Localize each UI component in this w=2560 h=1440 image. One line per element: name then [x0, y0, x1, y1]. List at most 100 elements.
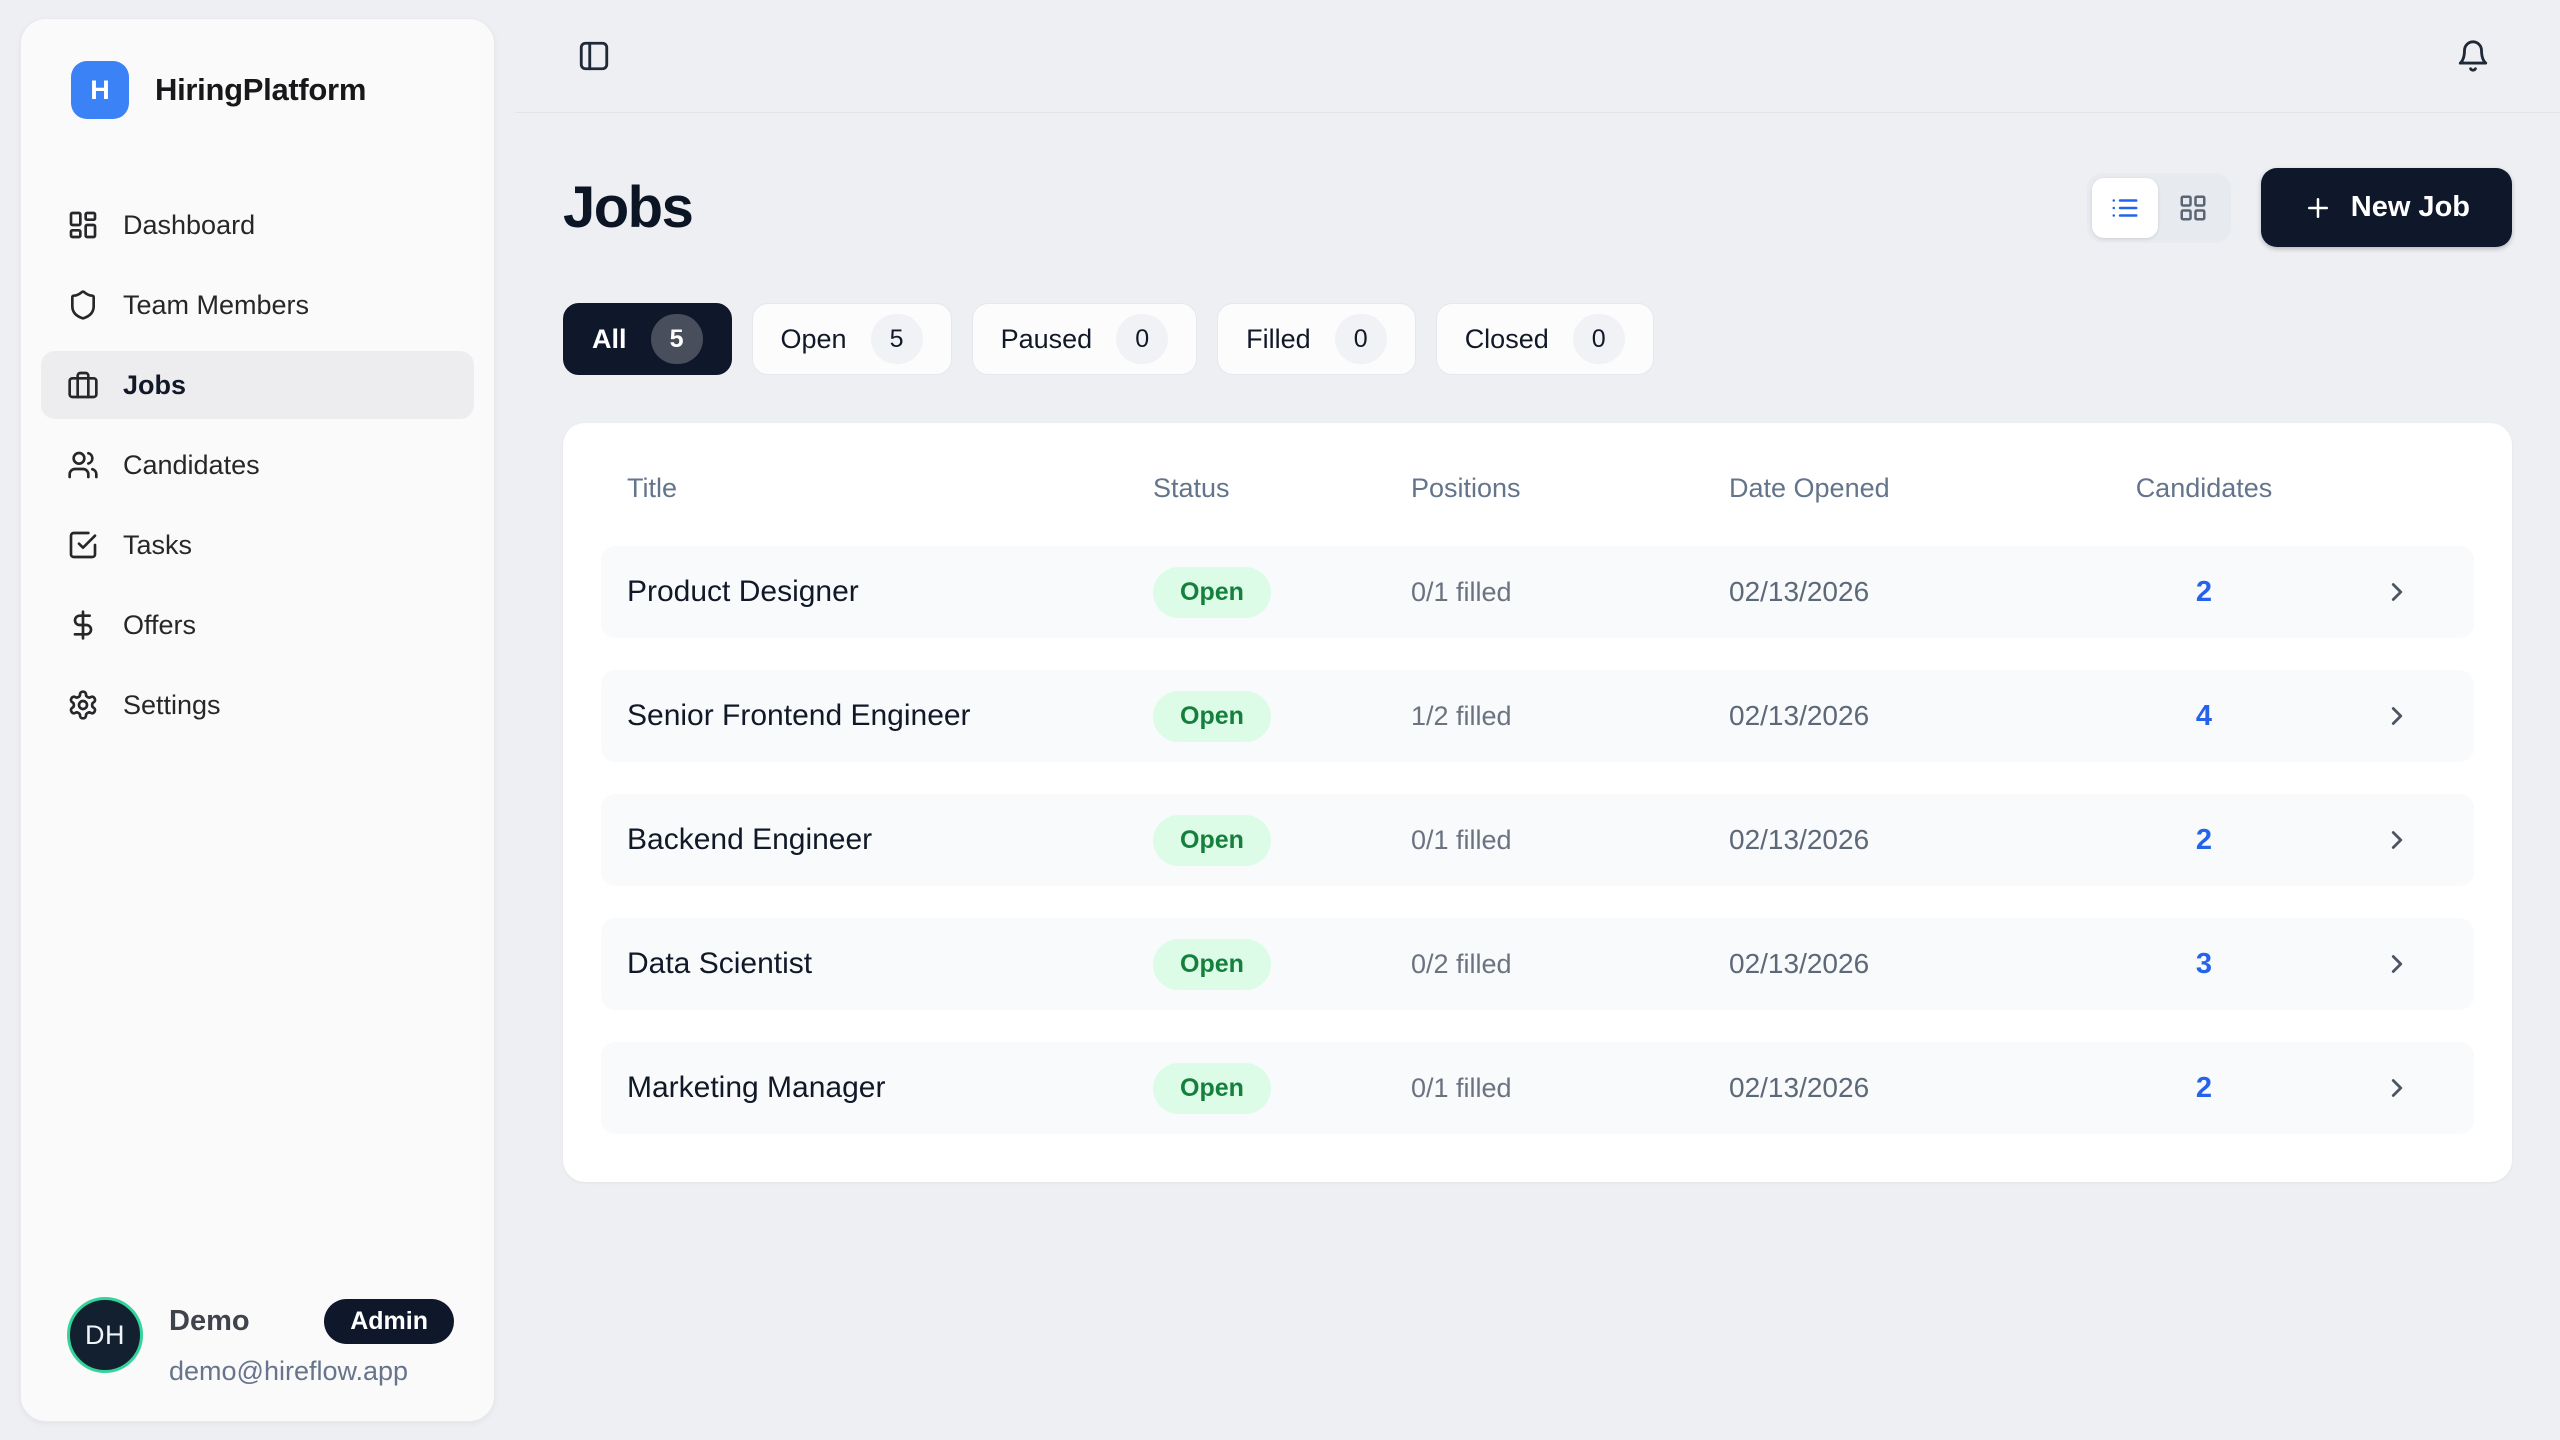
job-positions: 0/1 filled [1411, 1073, 1729, 1104]
job-title: Product Designer [627, 575, 1153, 609]
grid-view-icon [2178, 193, 2208, 223]
user-info: Demo Admin demo@hireflow.app [169, 1297, 454, 1387]
view-list-button[interactable] [2092, 178, 2158, 238]
filter-tab-count: 0 [1116, 314, 1168, 364]
filter-tab-all[interactable]: All 5 [563, 303, 732, 375]
app-logo: H [71, 61, 129, 119]
filter-tab-closed[interactable]: Closed 0 [1436, 303, 1654, 375]
status-badge: Open [1153, 691, 1271, 742]
notifications-button[interactable] [2456, 39, 2490, 73]
table-row[interactable]: Backend Engineer Open 0/1 filled 02/13/2… [601, 794, 2474, 886]
job-title: Backend Engineer [627, 823, 1153, 857]
filter-tab-label: Closed [1465, 324, 1549, 355]
sidebar-item-label: Jobs [123, 370, 186, 401]
filter-tab-count: 5 [651, 314, 703, 364]
sidebar: H HiringPlatform Dashboard Team Members … [20, 18, 495, 1422]
job-date-opened: 02/13/2026 [1729, 576, 2128, 608]
sidebar-item-label: Offers [123, 610, 196, 641]
column-header-date-opened: Date Opened [1729, 473, 2128, 504]
new-job-button[interactable]: New Job [2261, 168, 2512, 247]
job-date-opened: 02/13/2026 [1729, 824, 2128, 856]
job-title: Marketing Manager [627, 1071, 1153, 1105]
sidebar-item-dashboard[interactable]: Dashboard [41, 191, 474, 259]
filter-tab-count: 0 [1335, 314, 1387, 364]
table-header-row: Title Status Positions Date Opened Candi… [601, 463, 2474, 504]
job-positions: 0/1 filled [1411, 577, 1729, 608]
chevron-right-icon[interactable] [2382, 1073, 2412, 1103]
plus-icon [2303, 193, 2333, 223]
sidebar-item-team-members[interactable]: Team Members [41, 271, 474, 339]
chevron-right-icon[interactable] [2382, 825, 2412, 855]
sidebar-item-label: Settings [123, 690, 221, 721]
table-row[interactable]: Data Scientist Open 0/2 filled 02/13/202… [601, 918, 2474, 1010]
role-badge: Admin [324, 1299, 454, 1344]
briefcase-icon [67, 369, 99, 401]
dollar-icon [67, 609, 99, 641]
filter-tab-label: Filled [1246, 324, 1311, 355]
avatar: DH [67, 1297, 143, 1373]
app-logo-letter: H [90, 75, 110, 106]
chevron-right-icon[interactable] [2382, 701, 2412, 731]
user-block[interactable]: DH Demo Admin demo@hireflow.app [67, 1297, 454, 1387]
main-area: Jobs [515, 0, 2560, 1440]
sidebar-item-label: Team Members [123, 290, 309, 321]
sidebar-item-label: Candidates [123, 450, 260, 481]
job-candidates-count[interactable]: 2 [2128, 824, 2280, 857]
job-candidates-count[interactable]: 2 [2128, 576, 2280, 609]
job-candidates-count[interactable]: 2 [2128, 1072, 2280, 1105]
job-positions: 0/1 filled [1411, 825, 1729, 856]
shield-icon [67, 289, 99, 321]
users-icon [67, 449, 99, 481]
panel-left-icon [577, 39, 611, 73]
view-toggle [2087, 173, 2231, 243]
filter-tab-label: All [592, 324, 627, 355]
sidebar-toggle-button[interactable] [577, 39, 611, 73]
sidebar-item-settings[interactable]: Settings [41, 671, 474, 739]
filter-tab-filled[interactable]: Filled 0 [1217, 303, 1416, 375]
chevron-right-icon[interactable] [2382, 949, 2412, 979]
table-row[interactable]: Marketing Manager Open 0/1 filled 02/13/… [601, 1042, 2474, 1134]
column-header-title: Title [627, 473, 1153, 504]
table-body: Product Designer Open 0/1 filled 02/13/2… [601, 546, 2474, 1134]
app-logo-row: H HiringPlatform [21, 19, 494, 119]
filter-tabs: All 5 Open 5 Paused 0 Filled 0 Closed 0 [563, 303, 2512, 375]
filter-tab-label: Paused [1001, 324, 1093, 355]
user-name: Demo [169, 1305, 250, 1338]
sidebar-item-jobs[interactable]: Jobs [41, 351, 474, 419]
dashboard-icon [67, 209, 99, 241]
filter-tab-label: Open [781, 324, 847, 355]
user-email: demo@hireflow.app [169, 1356, 454, 1387]
sidebar-item-label: Dashboard [123, 210, 255, 241]
column-header-positions: Positions [1411, 473, 1729, 504]
job-date-opened: 02/13/2026 [1729, 948, 2128, 980]
sidebar-item-tasks[interactable]: Tasks [41, 511, 474, 579]
status-badge: Open [1153, 1063, 1271, 1114]
page-title: Jobs [563, 174, 692, 241]
job-candidates-count[interactable]: 4 [2128, 700, 2280, 733]
filter-tab-open[interactable]: Open 5 [752, 303, 952, 375]
table-row[interactable]: Product Designer Open 0/1 filled 02/13/2… [601, 546, 2474, 638]
view-grid-button[interactable] [2160, 178, 2226, 238]
filter-tab-count: 5 [871, 314, 923, 364]
app-name: HiringPlatform [155, 72, 366, 108]
sidebar-nav: Dashboard Team Members Jobs Candidates T… [41, 191, 474, 739]
status-badge: Open [1153, 815, 1271, 866]
check-square-icon [67, 529, 99, 561]
job-candidates-count[interactable]: 3 [2128, 948, 2280, 981]
job-title: Senior Frontend Engineer [627, 699, 1153, 733]
sidebar-item-candidates[interactable]: Candidates [41, 431, 474, 499]
filter-tab-count: 0 [1573, 314, 1625, 364]
status-badge: Open [1153, 939, 1271, 990]
gear-icon [67, 689, 99, 721]
content: Jobs [515, 168, 2560, 1182]
chevron-right-icon[interactable] [2382, 577, 2412, 607]
job-date-opened: 02/13/2026 [1729, 700, 2128, 732]
job-positions: 0/2 filled [1411, 949, 1729, 980]
job-title: Data Scientist [627, 947, 1153, 981]
jobs-table-card: Title Status Positions Date Opened Candi… [563, 423, 2512, 1182]
filter-tab-paused[interactable]: Paused 0 [972, 303, 1198, 375]
column-header-status: Status [1153, 473, 1411, 504]
sidebar-item-offers[interactable]: Offers [41, 591, 474, 659]
topbar [515, 0, 2560, 113]
table-row[interactable]: Senior Frontend Engineer Open 1/2 filled… [601, 670, 2474, 762]
